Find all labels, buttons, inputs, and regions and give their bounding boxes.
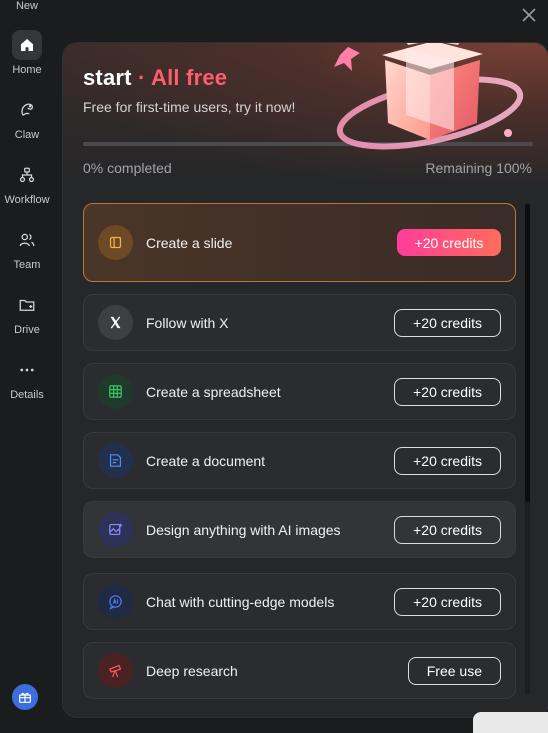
panel-title: start · All free — [83, 65, 227, 91]
rail-item-claw[interactable]: Claw — [0, 95, 54, 141]
rail-item-label: Claw — [14, 129, 40, 141]
task-follow-x[interactable]: Follow with X +20 credits — [83, 294, 516, 351]
task-label: Create a document — [146, 452, 266, 469]
workflow-icon — [12, 160, 42, 190]
rail-item-details[interactable]: Details — [0, 355, 54, 401]
rail-item-label: Home — [12, 64, 42, 76]
rail-item-label: Drive — [14, 324, 40, 336]
task-label: Create a slide — [146, 234, 233, 251]
rail-item-home[interactable]: Home — [0, 30, 54, 76]
title-accent: All free — [151, 65, 228, 90]
claim-credits-button[interactable]: +20 credits — [394, 515, 501, 544]
slide-icon — [98, 225, 133, 260]
scrollbar-thumb[interactable] — [525, 204, 530, 502]
spreadsheet-icon — [98, 374, 133, 409]
gift-center-icon[interactable] — [12, 684, 38, 710]
more-icon — [12, 355, 42, 385]
task-label: Create a spreadsheet — [146, 383, 281, 400]
rail-item-team[interactable]: Team — [0, 225, 54, 271]
progress-remaining-text: Remaining 100% — [425, 160, 532, 176]
panel-subtitle: Free for first-time users, try it now! — [83, 99, 296, 115]
rail-item-workflow[interactable]: Workflow — [0, 160, 54, 206]
rail-item-label: Team — [13, 259, 41, 271]
rail-item-new[interactable]: New — [0, 0, 54, 12]
claim-credits-button[interactable]: +20 credits — [394, 446, 501, 475]
rail-item-drive[interactable]: Drive — [0, 290, 54, 336]
task-label: Chat with cutting-edge models — [146, 593, 335, 610]
drive-icon — [12, 290, 42, 320]
task-deep-research[interactable]: Deep research Free use — [83, 642, 516, 699]
task-design-ai-images[interactable]: Design anything with AI images +20 credi… — [83, 501, 516, 558]
gift-box-illustration — [334, 43, 524, 150]
team-icon — [12, 225, 42, 255]
free-use-button[interactable]: Free use — [407, 656, 501, 685]
title-separator: · — [131, 65, 152, 90]
background-window-edge — [473, 712, 548, 733]
home-icon — [12, 30, 42, 60]
progress-completed-text: 0% completed — [83, 160, 172, 176]
telescope-icon — [98, 653, 133, 688]
close-icon[interactable] — [520, 6, 538, 24]
task-create-document[interactable]: Create a document +20 credits — [83, 432, 516, 489]
left-rail: New Home Claw Workflow Team Drive Detail… — [0, 0, 54, 733]
document-icon — [98, 443, 133, 478]
claim-credits-button[interactable]: +20 credits — [394, 308, 501, 337]
x-logo-icon — [98, 305, 133, 340]
task-chat-models[interactable]: Chat with cutting-edge models +20 credit… — [83, 573, 516, 630]
claw-icon — [12, 95, 42, 125]
ai-chat-icon — [98, 584, 133, 619]
task-label: Design anything with AI images — [146, 521, 341, 538]
title-start: start — [83, 65, 132, 90]
task-list-scrollbar[interactable] — [525, 203, 530, 695]
free-credits-panel: start · All free Free for first-time use… — [63, 43, 548, 717]
claim-credits-button[interactable]: +20 credits — [394, 377, 501, 406]
task-label: Deep research — [146, 662, 238, 679]
claim-credits-button[interactable]: +20 credits — [397, 229, 501, 256]
task-create-spreadsheet[interactable]: Create a spreadsheet +20 credits — [83, 363, 516, 420]
claim-credits-button[interactable]: +20 credits — [394, 587, 501, 616]
task-create-slide[interactable]: Create a slide +20 credits — [83, 203, 516, 282]
task-label: Follow with X — [146, 314, 229, 331]
ai-image-icon — [98, 512, 133, 547]
rail-item-label: Workflow — [4, 194, 50, 206]
rail-item-label: Details — [10, 389, 44, 401]
